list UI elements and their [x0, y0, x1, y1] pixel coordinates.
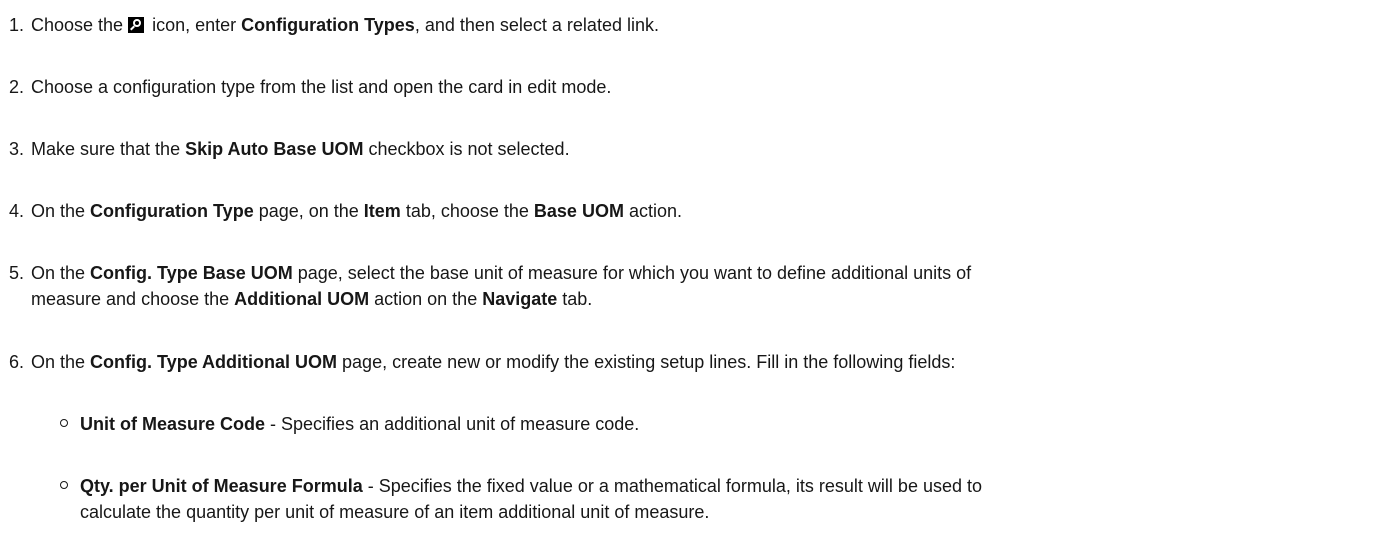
- step-text: On the Config. Type Additional UOM page,…: [31, 352, 956, 372]
- step-text: On the Configuration Type page, on the I…: [31, 201, 682, 221]
- step-number: 5.: [9, 263, 25, 283]
- step-number: 4.: [9, 201, 25, 221]
- step-number: 3.: [9, 139, 25, 159]
- bullet-icon: [60, 481, 68, 489]
- step-text: Choose the icon, enter Configuration Typ…: [31, 15, 659, 35]
- bullet-icon: [60, 419, 68, 427]
- field-text: Qty. per Unit of Measure Formula - Speci…: [80, 476, 982, 522]
- field-text: Unit of Measure Code - Specifies an addi…: [80, 414, 640, 434]
- step-text: On the Config. Type Base UOM page, selec…: [31, 263, 972, 309]
- step-number: 1.: [9, 15, 25, 35]
- step-number: 6.: [9, 352, 25, 372]
- step-text: Choose a configuration type from the lis…: [31, 77, 612, 97]
- search-icon: [128, 17, 145, 33]
- step-text: Make sure that the Skip Auto Base UOM ch…: [31, 139, 570, 159]
- step-number: 2.: [9, 77, 25, 97]
